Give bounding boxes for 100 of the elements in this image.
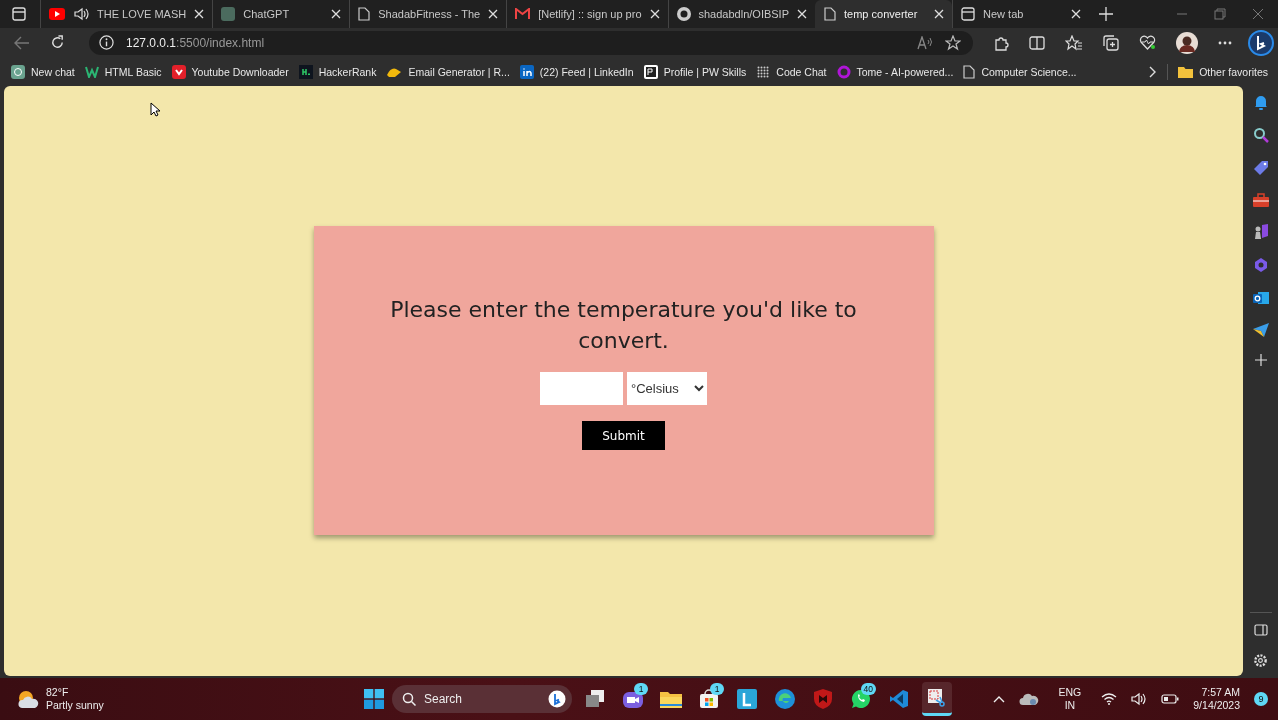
code-editor-icon <box>889 689 909 709</box>
shield-icon <box>814 689 832 709</box>
collections-icon[interactable] <box>1103 34 1119 51</box>
tag-icon[interactable] <box>1252 160 1269 176</box>
battery-icon[interactable] <box>1161 694 1180 704</box>
info-icon[interactable] <box>99 35 114 50</box>
page-icon <box>963 64 976 79</box>
puzzle-icon[interactable] <box>993 34 1009 51</box>
new-tab-icon <box>961 7 975 21</box>
scissors-icon <box>927 687 947 708</box>
search-icon[interactable] <box>1252 127 1269 143</box>
sidebar-toggle-icon[interactable] <box>1253 624 1268 636</box>
settings-icon[interactable] <box>1253 653 1268 668</box>
download-logo-icon <box>171 64 186 79</box>
windows-stack-icon <box>585 690 605 708</box>
volume-icon[interactable] <box>1131 692 1148 706</box>
h-logo-icon <box>298 64 313 79</box>
toolbox-icon[interactable] <box>1252 193 1269 207</box>
page-icon <box>358 7 371 21</box>
temperature-input[interactable] <box>540 372 623 405</box>
bookmark[interactable]: Profile | PW Skills <box>643 64 747 79</box>
bookmark[interactable]: Computer Science... <box>963 64 1077 79</box>
outlook-icon[interactable] <box>1252 290 1269 306</box>
close-window-icon[interactable] <box>1252 8 1264 20</box>
close-icon[interactable] <box>488 9 499 19</box>
add-tab-icon[interactable] <box>1099 7 1113 21</box>
tab-actions-icon[interactable] <box>12 7 26 21</box>
w-logo-icon <box>84 65 99 78</box>
submit-button[interactable]: Submit <box>582 421 665 450</box>
close-icon[interactable] <box>194 9 205 19</box>
refresh-icon[interactable] <box>50 35 65 50</box>
read-aloud-icon[interactable] <box>917 35 933 50</box>
chat-logo-icon <box>11 64 25 79</box>
count-badge: 40 <box>860 683 876 695</box>
ring-logo-icon <box>836 64 851 79</box>
browser-tab[interactable]: temp converter <box>815 0 952 28</box>
bookmark[interactable]: Code Chat <box>756 64 827 79</box>
bookmark[interactable]: HTML Basic <box>84 65 162 78</box>
split-screen-icon[interactable] <box>1029 35 1045 50</box>
in-logo-icon <box>519 64 534 79</box>
paper-plane-icon[interactable] <box>1252 323 1269 337</box>
bookmark[interactable]: Tome - AI-powered... <box>836 64 954 79</box>
l-app-icon <box>737 689 757 709</box>
close-icon[interactable] <box>331 9 342 19</box>
taskbar-app[interactable] <box>922 682 952 716</box>
heartbeat-icon[interactable] <box>1139 35 1156 50</box>
restore-icon[interactable] <box>1214 8 1226 20</box>
favorites-icon[interactable] <box>1065 34 1083 51</box>
sun-cloud-icon <box>16 689 40 709</box>
back-icon[interactable] <box>14 35 30 50</box>
avatar-icon[interactable] <box>1176 31 1198 54</box>
mail-logo-icon <box>515 8 531 20</box>
count-badge: 1 <box>710 683 724 695</box>
page-icon <box>824 7 836 21</box>
unit-dropdown[interactable]: °Celsius <box>627 372 707 405</box>
chat-logo-icon <box>221 7 236 21</box>
language-indicator[interactable]: ENG IN <box>1058 686 1082 712</box>
chevron-right-icon[interactable] <box>1149 65 1158 78</box>
taskbar-app[interactable]: 1 <box>694 682 724 716</box>
speaker-icon[interactable] <box>73 7 89 21</box>
weather-widget[interactable]: 82°F Partly sunny <box>16 686 316 712</box>
chess-piece-icon[interactable] <box>1252 224 1269 240</box>
other-favorites-folder[interactable]: Other favorites <box>1178 65 1268 78</box>
bookmark[interactable]: New chat <box>11 64 75 79</box>
close-icon[interactable] <box>797 9 807 19</box>
weather-condition: Partly sunny <box>46 699 104 712</box>
count-badge: 1 <box>634 683 648 695</box>
temperature-text: 82°F <box>46 686 70 699</box>
cloud-icon[interactable] <box>1018 692 1039 706</box>
taskbar-app[interactable]: 1 <box>618 682 648 716</box>
add-icon[interactable] <box>1254 354 1267 366</box>
heading: Please enter the temperature you'd like to convert. <box>389 296 858 355</box>
clock[interactable]: 7:57 AM 9/14/2023 <box>1193 686 1240 712</box>
notification-badge[interactable]: 9 <box>1254 692 1268 706</box>
folder-icon <box>660 690 682 708</box>
copilot-button-icon[interactable] <box>1248 29 1274 56</box>
close-icon[interactable] <box>649 9 660 19</box>
chevron-up-icon[interactable] <box>992 695 1005 703</box>
close-icon[interactable] <box>934 9 944 19</box>
wave-logo-icon <box>775 689 795 709</box>
start-icon[interactable] <box>364 689 384 709</box>
dots-logo-icon <box>756 64 771 79</box>
more-icon[interactable] <box>1218 40 1232 45</box>
folder-icon <box>1178 65 1194 78</box>
bookmark[interactable]: Youtube Downloader <box>171 64 289 79</box>
bing-logo-icon <box>548 690 566 708</box>
wifi-icon[interactable] <box>1101 693 1118 705</box>
bookmark[interactable]: (22) Feed | LinkedIn <box>519 64 634 79</box>
copilot-icon[interactable] <box>1252 257 1269 273</box>
close-icon[interactable] <box>1071 9 1081 19</box>
url-text: 127.0.0.1:5500/index.html <box>126 35 265 50</box>
search-icon <box>402 692 416 706</box>
pw-logo-icon <box>643 64 658 79</box>
taskbar-search[interactable]: Search <box>392 685 572 713</box>
bookmark[interactable]: Email Generator | R... <box>386 65 510 78</box>
bookmark[interactable]: HackerRank <box>298 64 377 79</box>
taskbar-app[interactable]: 40 <box>846 682 876 716</box>
star-icon[interactable] <box>945 34 961 51</box>
address-bar[interactable]: 127.0.0.1:5500/index.html <box>89 30 973 55</box>
play-logo-icon <box>49 8 65 20</box>
